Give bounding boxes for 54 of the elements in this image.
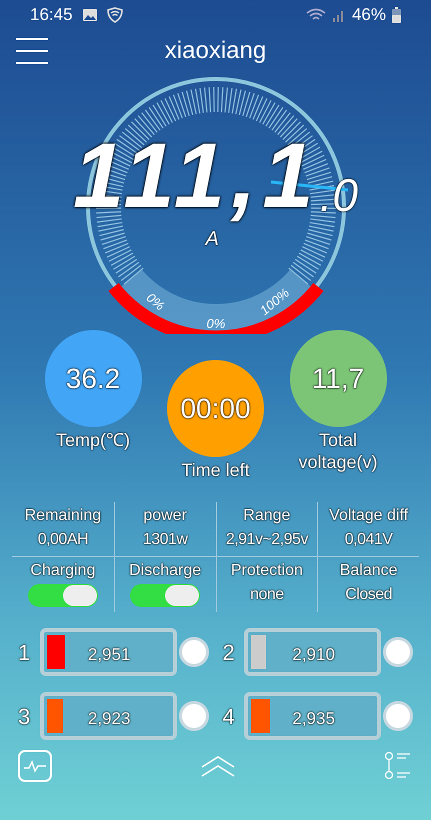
gauge-percent-label: 0%	[206, 315, 226, 333]
wifi-icon	[306, 8, 326, 22]
status-time: 16:45	[30, 4, 73, 26]
timeline-button[interactable]	[383, 750, 413, 782]
unit-label: A	[206, 227, 219, 252]
battery-percent: 46%	[352, 4, 386, 26]
app-title: xiaoxiang	[164, 36, 266, 66]
dial-value: 00:00	[180, 392, 251, 426]
stat-label: Protection	[230, 561, 303, 581]
toggle-switch[interactable]	[28, 584, 98, 607]
current-decimal: .0	[320, 172, 358, 218]
dial-label: Time left	[180, 459, 251, 481]
stat-label: Discharge	[129, 561, 202, 581]
stat-label: Remaining	[24, 506, 102, 526]
cell-voltage: 2,951	[88, 644, 130, 666]
pulse-icon	[24, 759, 46, 773]
dial-value: 36.2	[66, 362, 120, 396]
balance-indicator	[383, 637, 414, 667]
stat-value: 0,041V	[344, 530, 392, 550]
balance-indicator	[178, 701, 209, 731]
cell-number: 4	[222, 702, 236, 730]
menu-button[interactable]	[16, 38, 48, 64]
stat-label: Balance	[340, 561, 398, 581]
stat-value: 2,91v~2,95v	[226, 530, 308, 550]
stat-value: none	[250, 585, 284, 605]
dial-label: Temp(℃)	[54, 429, 131, 451]
stat-value: Closed	[345, 585, 392, 605]
dial-value: 11,7	[312, 362, 364, 396]
stat-value: 0,00AH	[38, 530, 88, 550]
balance-indicator	[383, 701, 414, 731]
gauge-min-label: 0%	[142, 288, 168, 316]
stat-label: Range	[243, 506, 290, 526]
cell-voltage: 2,923	[88, 708, 130, 730]
cell-voltage: 2,910	[292, 644, 335, 666]
image-icon	[82, 8, 97, 22]
stat-label: Voltage diff	[329, 506, 408, 526]
chevrons-up-icon	[200, 755, 234, 777]
signal-icon	[332, 8, 346, 22]
expand-button[interactable]	[200, 753, 236, 779]
chart-button[interactable]	[18, 750, 52, 782]
timeline-icon	[384, 751, 412, 781]
stat-label: power	[143, 506, 187, 526]
cell-number: 3	[18, 702, 32, 730]
stat-value: 1301w	[142, 530, 188, 550]
shield-icon	[106, 7, 123, 23]
stat-label: Charging	[30, 561, 96, 581]
dial-label: Total voltage(v)	[297, 429, 379, 473]
cell-number: 2	[222, 638, 236, 666]
current-reading: 111,1	[73, 130, 320, 222]
cell-number: 1	[18, 638, 32, 666]
battery-icon	[392, 7, 401, 23]
toggle-switch[interactable]	[130, 584, 200, 607]
balance-indicator	[178, 637, 209, 667]
cell-voltage: 2,935	[292, 708, 335, 730]
